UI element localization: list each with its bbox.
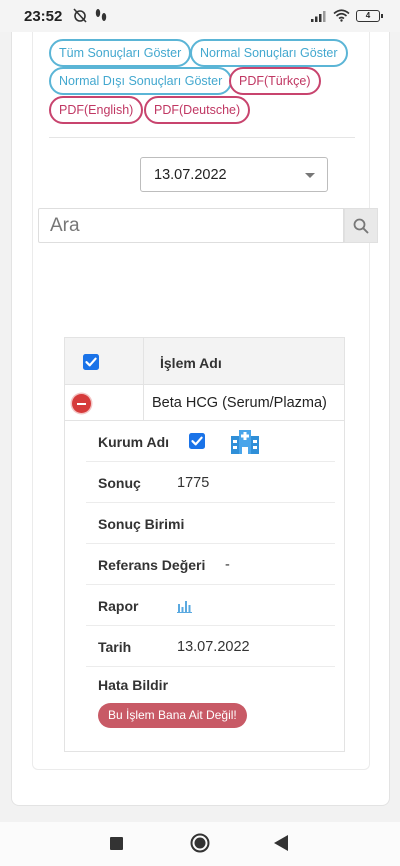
detail-label: Sonuç bbox=[98, 475, 141, 491]
detail-label: Kurum Adı bbox=[98, 434, 170, 450]
signal-icon bbox=[311, 10, 326, 22]
detail-label: Sonuç Birimi bbox=[98, 516, 185, 532]
test-name: Beta HCG (Serum/Plazma) bbox=[152, 395, 327, 411]
date-select-value: 13.07.2022 bbox=[154, 167, 227, 183]
battery-icon: 4 bbox=[356, 9, 383, 22]
pdf-deutsche-button[interactable]: PDF(Deutsche) bbox=[144, 96, 251, 124]
search-button[interactable] bbox=[344, 208, 378, 243]
detail-tarih: Tarih 13.07.2022 bbox=[86, 626, 335, 667]
alarm-off-icon bbox=[73, 8, 87, 23]
show-abnormal-results-button[interactable]: Normal Dışı Sonuçları Göster bbox=[49, 67, 233, 95]
divider bbox=[49, 137, 355, 138]
tarih-value: 13.07.2022 bbox=[177, 639, 250, 655]
detail-kurum: Kurum Adı bbox=[86, 421, 335, 462]
table-header: İşlem Adı bbox=[64, 337, 345, 385]
select-all-checkbox[interactable] bbox=[83, 354, 99, 370]
detail-label: Tarih bbox=[98, 639, 132, 655]
outer-card: Tüm Sonuçları Göster Normal Sonuçları Gö… bbox=[11, 32, 390, 806]
recent-apps-icon[interactable] bbox=[110, 837, 123, 850]
hospital-icon bbox=[231, 430, 259, 454]
steps-icon bbox=[95, 9, 107, 21]
home-icon[interactable] bbox=[190, 833, 210, 853]
chevron-down-icon bbox=[305, 173, 315, 178]
referans-value: - bbox=[225, 557, 230, 573]
results-card: Tüm Sonuçları Göster Normal Sonuçları Gö… bbox=[32, 32, 378, 770]
show-all-results-button[interactable]: Tüm Sonuçları Göster bbox=[49, 39, 192, 67]
show-normal-results-button[interactable]: Normal Sonuçları Göster bbox=[190, 39, 348, 67]
results-table: İşlem Adı Beta HCG (Serum/Plazma) Kurum … bbox=[64, 337, 345, 752]
status-time: 23:52 bbox=[24, 8, 63, 25]
pdf-turkish-button[interactable]: PDF(Türkçe) bbox=[229, 67, 321, 95]
not-mine-button[interactable]: Bu İşlem Bana Ait Değil! bbox=[98, 703, 247, 728]
status-bar: 23:52 4 bbox=[0, 0, 400, 32]
collapse-row-icon[interactable] bbox=[72, 394, 91, 413]
date-select[interactable]: 13.07.2022 bbox=[140, 157, 328, 192]
column-header-islem-adi: İşlem Adı bbox=[160, 355, 222, 371]
navigation-bar bbox=[0, 822, 400, 866]
detail-referans: Referans Değeri - bbox=[86, 544, 335, 585]
sonuc-value: 1775 bbox=[177, 475, 210, 491]
detail-label: Referans Değeri bbox=[98, 557, 206, 573]
table-row[interactable]: Beta HCG (Serum/Plazma) bbox=[64, 385, 345, 421]
search-input[interactable] bbox=[38, 208, 344, 243]
detail-sonuc-birimi: Sonuç Birimi bbox=[86, 503, 335, 544]
pdf-english-button[interactable]: PDF(English) bbox=[49, 96, 144, 124]
bar-chart-icon[interactable] bbox=[177, 599, 192, 613]
kurum-checkbox[interactable] bbox=[189, 433, 205, 449]
hata-bildir-label: Hata Bildir bbox=[98, 677, 169, 693]
wifi-icon bbox=[333, 9, 350, 22]
search-icon bbox=[353, 218, 369, 233]
detail-label: Rapor bbox=[98, 598, 139, 614]
page: Tüm Sonuçları Göster Normal Sonuçları Gö… bbox=[0, 32, 400, 822]
detail-rapor: Rapor bbox=[86, 585, 335, 626]
detail-sonuc: Sonuç 1775 bbox=[86, 462, 335, 503]
back-icon[interactable] bbox=[274, 835, 288, 851]
row-details: Kurum Adı Sonuç 1775 Sonuç Birimi Refera… bbox=[64, 421, 345, 752]
